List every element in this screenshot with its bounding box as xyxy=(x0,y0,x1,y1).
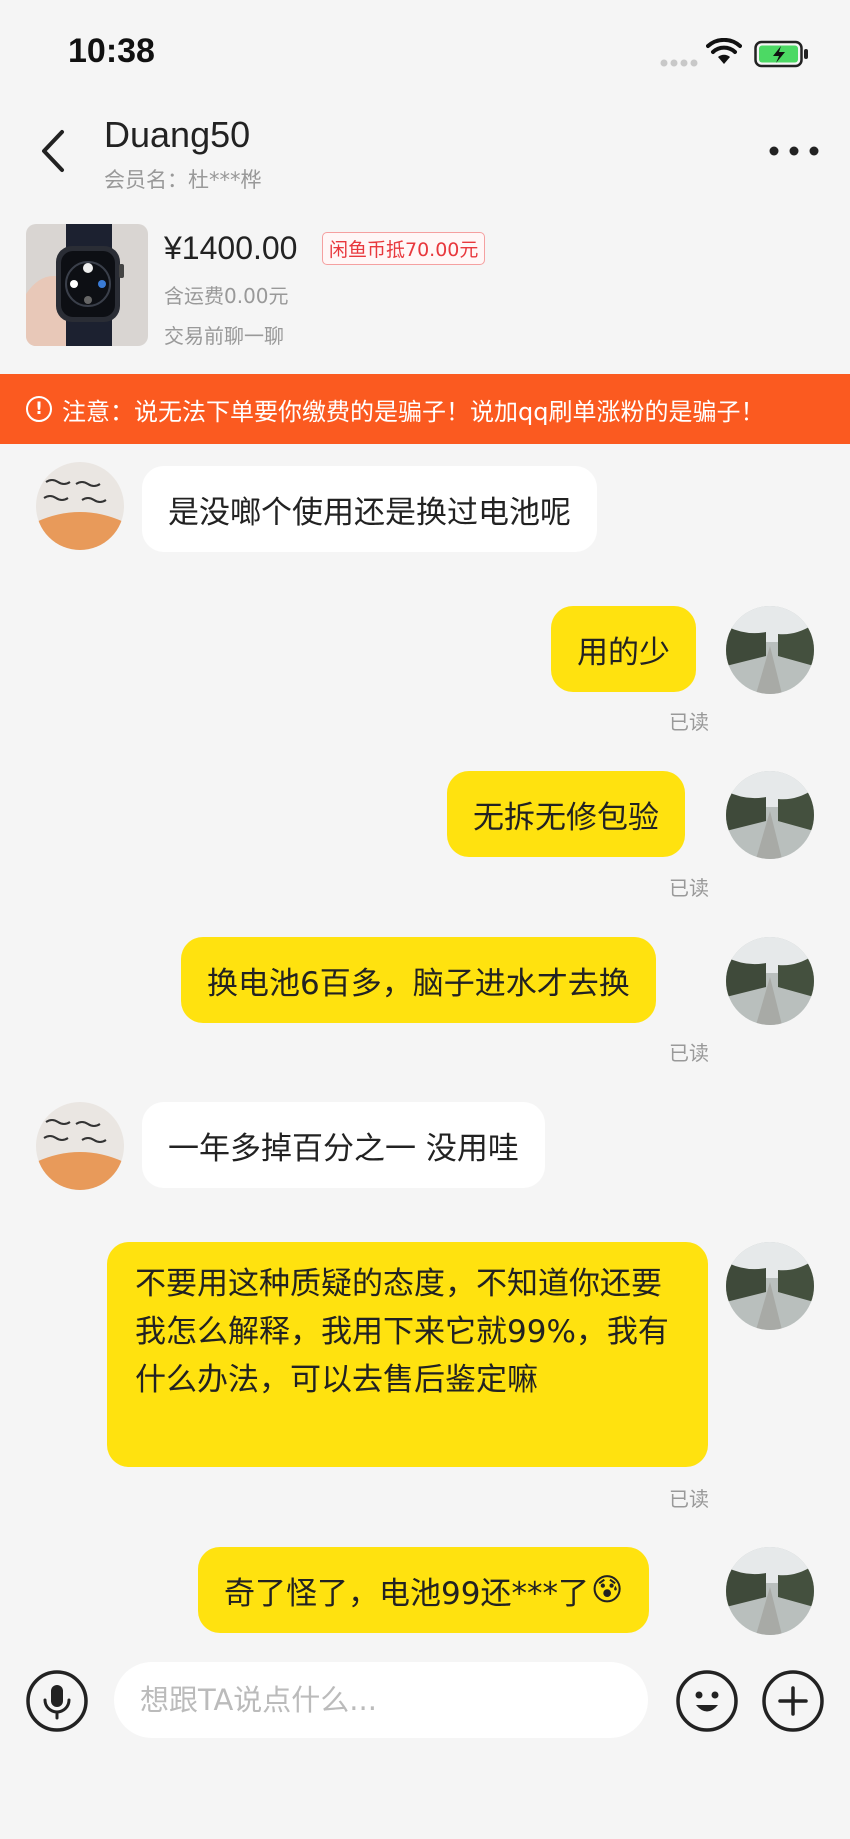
message-bubble-outgoing[interactable]: 奇了怪了，电池99还***了 😰 xyxy=(198,1547,650,1633)
wifi-icon xyxy=(706,38,742,64)
member-name-label: 会员名：杜***桦 xyxy=(104,168,262,192)
product-price: ¥1400.00 xyxy=(164,230,298,266)
buyer-avatar[interactable] xyxy=(36,462,124,550)
microphone-icon[interactable] xyxy=(26,1670,88,1732)
chat-partner-name[interactable]: Duang50 xyxy=(104,114,250,156)
status-time: 10:38 xyxy=(68,32,155,70)
seller-avatar[interactable] xyxy=(726,937,814,1025)
emoji-icon[interactable] xyxy=(676,1670,738,1732)
message-bubble-outgoing[interactable]: 无拆无修包验 xyxy=(447,771,685,857)
message-text: 换电池6百多，脑子进水才去换 xyxy=(207,965,630,1002)
read-status: 已读 xyxy=(669,1041,709,1065)
chat-header: Duang50 会员名：杜***桦 xyxy=(0,100,850,200)
message-text: 不要用这种质疑的态度，不知道你还要我怎么解释，我用下来它就99%，我有什么办法，… xyxy=(135,1266,669,1398)
more-dots-icon[interactable] xyxy=(766,136,822,166)
message-text: 奇了怪了，电池99还***了 xyxy=(224,1575,589,1612)
message-bubble-outgoing[interactable]: 换电池6百多，脑子进水才去换 xyxy=(181,937,656,1023)
seller-avatar[interactable] xyxy=(726,1547,814,1635)
message-text: 无拆无修包验 xyxy=(473,799,659,836)
chevron-left-icon[interactable] xyxy=(34,126,74,176)
shipping-fee: 含运费0.00元 xyxy=(164,284,289,308)
seller-avatar[interactable] xyxy=(726,606,814,694)
cellular-signal-icon xyxy=(660,59,698,67)
chat-hint: 交易前聊一聊 xyxy=(164,324,284,348)
anxious-face-emoji: 😰 xyxy=(590,1572,624,1608)
product-card[interactable]: ¥1400.00 闲鱼币抵70.00元 含运费0.00元 交易前聊一聊 xyxy=(0,210,850,360)
plus-icon[interactable] xyxy=(762,1670,824,1732)
message-bubble-incoming[interactable]: 一年多掉百分之一 没用哇 xyxy=(142,1102,545,1188)
message-text: 一年多掉百分之一 没用哇 xyxy=(168,1130,519,1167)
scam-warning-banner: ! 注意：说无法下单要你缴费的是骗子！说加qq刷单涨粉的是骗子！ xyxy=(0,374,850,444)
read-status: 已读 xyxy=(669,1487,709,1511)
product-image[interactable] xyxy=(26,224,148,346)
status-bar: 10:38 xyxy=(0,0,850,100)
message-input-bar xyxy=(0,1640,850,1760)
message-text: 是没啷个使用还是换过电池呢 xyxy=(168,494,571,531)
read-status: 已读 xyxy=(669,876,709,900)
warning-text: 注意：说无法下单要你缴费的是骗子！说加qq刷单涨粉的是骗子！ xyxy=(62,397,765,426)
read-status: 已读 xyxy=(669,710,709,734)
message-bubble-outgoing[interactable]: 不要用这种质疑的态度，不知道你还要我怎么解释，我用下来它就99%，我有什么办法，… xyxy=(107,1242,708,1467)
warning-circle-icon: ! xyxy=(26,396,52,422)
message-text: 用的少 xyxy=(577,634,670,671)
battery-charging-icon xyxy=(754,40,808,68)
coin-deduct-badge: 闲鱼币抵70.00元 xyxy=(322,232,486,265)
seller-avatar[interactable] xyxy=(726,1242,814,1330)
message-input[interactable] xyxy=(114,1662,648,1738)
seller-avatar[interactable] xyxy=(726,771,814,859)
buyer-avatar[interactable] xyxy=(36,1102,124,1190)
message-bubble-incoming[interactable]: 是没啷个使用还是换过电池呢 xyxy=(142,466,597,552)
message-bubble-outgoing[interactable]: 用的少 xyxy=(551,606,696,692)
